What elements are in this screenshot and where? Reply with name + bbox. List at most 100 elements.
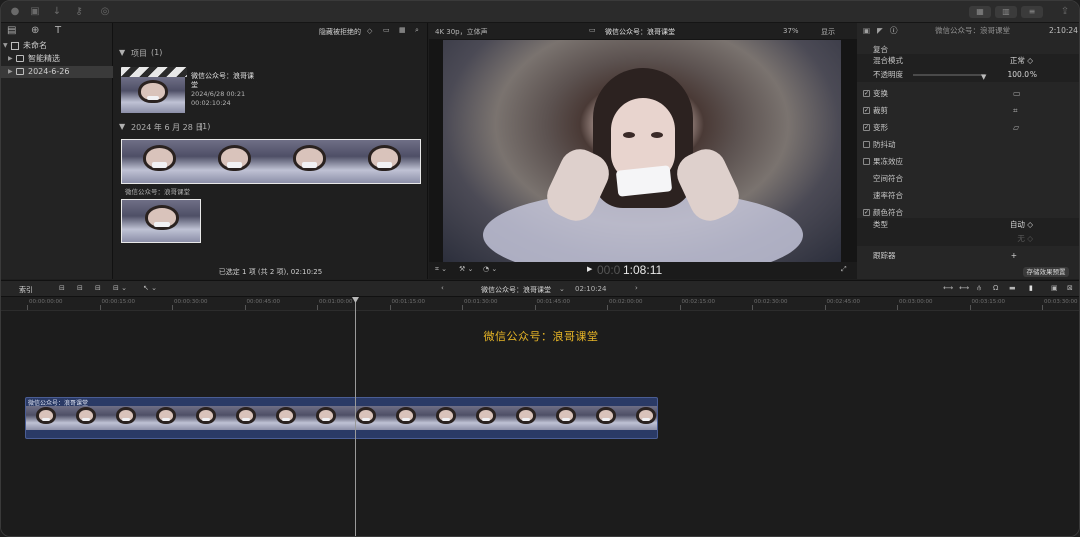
ruler-tick-mark: [752, 305, 753, 310]
type-dropdown[interactable]: 自动 ◇: [1010, 218, 1033, 232]
transform-icon[interactable]: ▭: [1013, 85, 1021, 102]
color-conform-checkbox[interactable]: ✓: [863, 209, 870, 216]
timeline-ruler[interactable]: 00:00:00:00 00:00:15:00 00:00:30:00 00:00:4…: [1, 297, 1079, 311]
clip-frame: [626, 406, 657, 430]
color-inspector-icon[interactable]: ◤: [877, 23, 883, 39]
row-rolling-shutter[interactable]: 果冻效应: [857, 153, 1079, 170]
key-icon[interactable]: ⚷: [73, 6, 85, 18]
row-distort[interactable]: ✓ 变形 ▱: [857, 119, 1079, 136]
library-item-smart-collections[interactable]: ▶ 智能精选: [1, 53, 113, 65]
timeline-tracks[interactable]: 微信公众号：浪哥课堂 微信公众号：浪哥课堂: [1, 311, 1079, 536]
row-type[interactable]: 类型 自动 ◇: [857, 218, 1079, 232]
distort-checkbox[interactable]: ✓: [863, 124, 870, 131]
chevron-down-icon[interactable]: ▼: [119, 48, 125, 57]
project-thumbnail[interactable]: [121, 77, 185, 113]
video-frame[interactable]: [443, 40, 841, 262]
library-icon[interactable]: ▤: [7, 25, 16, 36]
filmstrip-icon[interactable]: ▦: [399, 26, 406, 34]
camera-icon[interactable]: ▣: [29, 6, 41, 18]
project-name-line2: 堂: [191, 81, 198, 89]
select-tool-icon[interactable]: ↖ ⌄: [143, 284, 157, 292]
snapping-icon[interactable]: ▬: [1009, 284, 1016, 292]
library-root[interactable]: ▼ 未命名: [1, 40, 113, 52]
append-clip-icon[interactable]: ⊟: [95, 284, 101, 292]
final-cut-window: ● ▣ ↓ ⚷ ◎ ▦ ▥ ≡ ⇪ ▤ ⊕ T ▼ 未命名 ▶ 智能精选 ▶ 2…: [0, 0, 1080, 537]
transform-checkbox[interactable]: ✓: [863, 90, 870, 97]
layout-grid-button[interactable]: ▦: [969, 6, 991, 18]
opacity-slider-knob[interactable]: ▼: [981, 70, 986, 84]
forward-arrow-icon[interactable]: ›: [635, 284, 638, 292]
rolling-shutter-checkbox[interactable]: [863, 158, 870, 165]
check-circle-icon[interactable]: ◎: [99, 6, 111, 18]
blend-mode-dropdown[interactable]: 正常 ◇: [1010, 54, 1033, 68]
video-inspector-icon[interactable]: ▣: [863, 23, 870, 39]
insert-clip-icon[interactable]: ⊟: [77, 284, 83, 292]
effects-browser-icon[interactable]: ▣: [1051, 284, 1058, 292]
event-clip-filmstrip[interactable]: [121, 139, 421, 184]
library-root-label: 未命名: [23, 41, 47, 50]
opacity-slider[interactable]: [913, 74, 985, 76]
filter-dropdown[interactable]: 隐藏被拒绝的: [319, 27, 361, 37]
crop-icon[interactable]: ⌗: [1013, 102, 1018, 119]
audio-skimming-icon[interactable]: ⟷: [959, 284, 969, 292]
record-icon[interactable]: ●: [9, 6, 21, 18]
ruler-tick-mark: [897, 305, 898, 310]
row-blend-mode[interactable]: 混合模式 正常 ◇: [857, 54, 1079, 68]
ruler-tick-mark: [99, 305, 101, 310]
solo-icon[interactable]: ⫛: [977, 284, 981, 293]
distort-icon[interactable]: ▱: [1013, 119, 1019, 136]
row-tracker[interactable]: 跟踪器 +: [857, 247, 1079, 264]
connect-clip-icon[interactable]: ⊟: [59, 284, 65, 292]
transitions-browser-icon[interactable]: ⊠: [1067, 284, 1073, 292]
timeline-project-title[interactable]: 微信公众号：浪哥课堂: [481, 285, 551, 295]
back-arrow-icon[interactable]: ‹: [441, 284, 444, 292]
row-opacity[interactable]: 不透明度 ▼ 100.0 %: [857, 68, 1079, 84]
ruler-tick-label: 00:01:45:00: [536, 299, 571, 305]
search-icon[interactable]: ⌕: [415, 26, 419, 35]
share-icon[interactable]: ⇪: [1059, 6, 1071, 18]
row-stabilize[interactable]: 防抖动: [857, 136, 1079, 153]
row-crop[interactable]: ✓ 裁剪 ⌗: [857, 102, 1079, 119]
enhance-tool-icon[interactable]: ⚒ ⌄: [459, 265, 473, 273]
browser-header: 隐藏被拒绝的 ◇ ▭ ▦ ⌕: [113, 23, 428, 39]
import-icon[interactable]: ↓: [51, 6, 63, 18]
media-browser: 隐藏被拒绝的 ◇ ▭ ▦ ⌕ ▼ 项目 (1) 微信公众号：浪哥课 堂 2024…: [113, 23, 428, 279]
headphones-icon[interactable]: Ω: [993, 284, 998, 292]
clip-appearance-icon[interactable]: ▭: [383, 26, 390, 34]
library-item-event[interactable]: ▶ 2024-6-26: [1, 66, 113, 78]
speed-tool-icon[interactable]: ◔ ⌄: [483, 265, 497, 273]
add-tracker-button[interactable]: +: [1011, 247, 1017, 264]
transform-tool-icon[interactable]: ⌗ ⌄: [435, 265, 447, 274]
ruler-tick-mark: [462, 305, 463, 310]
index-button[interactable]: 索引: [19, 285, 33, 295]
row-spatial-conform[interactable]: 空间符合: [857, 170, 1079, 187]
chevron-right-icon: ▶: [8, 68, 13, 75]
clip-appearance-icon[interactable]: ▮: [1029, 284, 1033, 292]
info-icon[interactable]: ⓘ: [890, 23, 898, 39]
titles-icon[interactable]: T: [55, 25, 61, 36]
event-clip-thumbnail[interactable]: [121, 199, 201, 243]
sliders-button[interactable]: ≡: [1021, 6, 1043, 18]
playhead[interactable]: [355, 297, 356, 536]
crop-checkbox[interactable]: ✓: [863, 107, 870, 114]
photos-icon[interactable]: ⊕: [31, 25, 39, 36]
row-transform[interactable]: ✓ 变换 ▭: [857, 85, 1079, 102]
library-grid-icon: [11, 42, 19, 50]
row-label: 裁剪: [873, 106, 888, 115]
display-dropdown[interactable]: 显示: [821, 27, 835, 37]
row-label: 变换: [873, 89, 888, 98]
overwrite-clip-icon[interactable]: ⊟ ⌄: [113, 284, 127, 292]
ruler-tick-mark: [27, 305, 28, 310]
play-button[interactable]: ▶: [587, 265, 592, 273]
zoom-dropdown[interactable]: 37%: [783, 27, 799, 35]
row-rate-conform[interactable]: 速率符合: [857, 187, 1079, 204]
skimming-icon[interactable]: ⟷: [943, 284, 953, 292]
fullscreen-icon[interactable]: ⤢: [841, 265, 847, 274]
title-clip[interactable]: 微信公众号：浪哥课堂: [1, 328, 1079, 344]
layout-cols-button[interactable]: ▥: [995, 6, 1017, 18]
video-clip[interactable]: 微信公众号：浪哥课堂: [25, 397, 658, 439]
save-effects-preset-button[interactable]: 存储效果预置: [1023, 267, 1069, 277]
chevron-down-icon[interactable]: ▼: [119, 122, 125, 131]
stabilize-checkbox[interactable]: [863, 141, 870, 148]
opacity-value[interactable]: 100.0: [1008, 68, 1029, 82]
